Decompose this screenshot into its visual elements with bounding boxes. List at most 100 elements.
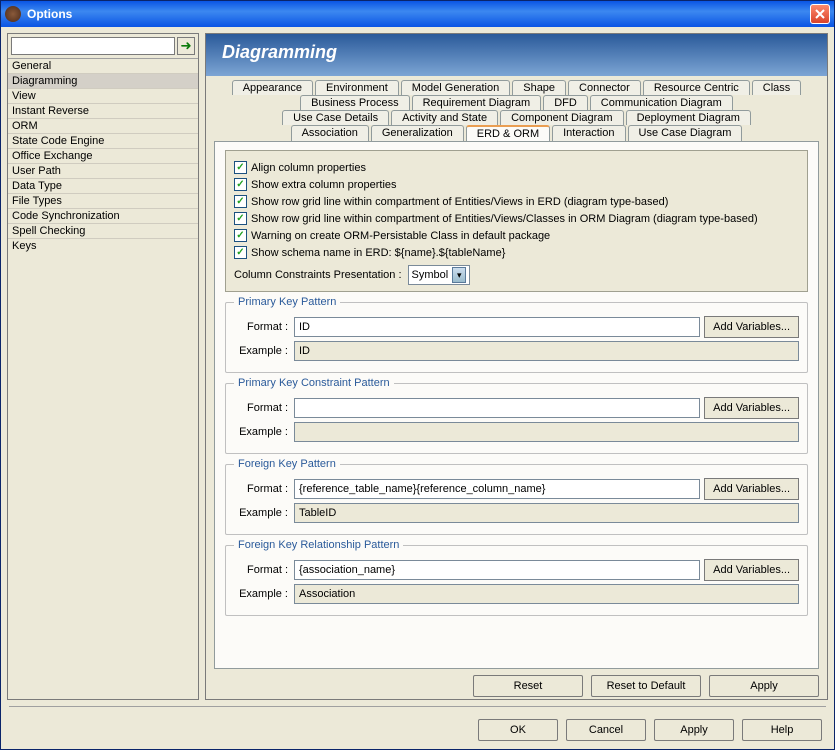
options-window: Options ➜ GeneralDiagrammingViewInstant …: [0, 0, 835, 750]
sidebar-item-state-code-engine[interactable]: State Code Engine: [8, 133, 198, 148]
tab-connector[interactable]: Connector: [568, 80, 641, 95]
checkbox[interactable]: ✓: [234, 178, 247, 191]
cancel-button[interactable]: Cancel: [566, 719, 646, 741]
sidebar-item-user-path[interactable]: User Path: [8, 163, 198, 178]
sidebar: ➜ GeneralDiagrammingViewInstant ReverseO…: [7, 33, 199, 700]
tab-appearance[interactable]: Appearance: [232, 80, 313, 95]
constraints-label: Column Constraints Presentation :: [234, 269, 402, 281]
tab-component-diagram[interactable]: Component Diagram: [500, 110, 624, 125]
example-row: Example :: [234, 422, 799, 442]
tab-resource-centric[interactable]: Resource Centric: [643, 80, 750, 95]
example-output: [294, 422, 799, 442]
tab-use-case-diagram[interactable]: Use Case Diagram: [628, 125, 743, 141]
apply-panel-button[interactable]: Apply: [709, 675, 819, 697]
sidebar-item-spell-checking[interactable]: Spell Checking: [8, 223, 198, 238]
format-row: Format :Add Variables...: [234, 559, 799, 581]
sidebar-item-diagramming[interactable]: Diagramming: [8, 73, 198, 88]
example-row: Example :: [234, 341, 799, 361]
tab-row-1: AppearanceEnvironmentModel GenerationSha…: [214, 80, 819, 95]
checkbox-label: Warning on create ORM-Persistable Class …: [251, 230, 550, 242]
tab-model-generation[interactable]: Model Generation: [401, 80, 510, 95]
tab-use-case-details[interactable]: Use Case Details: [282, 110, 389, 125]
format-label: Format :: [234, 483, 290, 495]
fieldset-foreign-key-relationship-pattern: Foreign Key Relationship PatternFormat :…: [225, 545, 808, 616]
example-row: Example :: [234, 584, 799, 604]
sidebar-item-keys[interactable]: Keys: [8, 238, 198, 253]
checkbox[interactable]: ✓: [234, 161, 247, 174]
apply-button[interactable]: Apply: [654, 719, 734, 741]
tab-generalization[interactable]: Generalization: [371, 125, 464, 141]
reset-button[interactable]: Reset: [473, 675, 583, 697]
sidebar-item-file-types[interactable]: File Types: [8, 193, 198, 208]
window-title: Options: [27, 7, 72, 21]
checkbox[interactable]: ✓: [234, 229, 247, 242]
add-variables-button[interactable]: Add Variables...: [704, 478, 799, 500]
search-go-button[interactable]: ➜: [177, 37, 195, 55]
panel-scroll[interactable]: ✓Align column properties✓Show extra colu…: [215, 142, 818, 668]
fieldset-title: Primary Key Constraint Pattern: [234, 377, 394, 389]
content: ➜ GeneralDiagrammingViewInstant ReverseO…: [1, 27, 834, 749]
format-input[interactable]: [294, 317, 700, 337]
example-label: Example :: [234, 588, 290, 600]
tab-interaction[interactable]: Interaction: [552, 125, 625, 141]
sidebar-item-view[interactable]: View: [8, 88, 198, 103]
format-row: Format :Add Variables...: [234, 316, 799, 338]
sidebar-search: ➜: [8, 34, 198, 58]
panel-body: ✓Align column properties✓Show extra colu…: [214, 141, 819, 669]
format-input[interactable]: [294, 560, 700, 580]
close-icon: [815, 9, 825, 19]
example-row: Example :: [234, 503, 799, 523]
tab-erd-orm[interactable]: ERD & ORM: [466, 125, 550, 141]
sidebar-item-code-synchronization[interactable]: Code Synchronization: [8, 208, 198, 223]
checkbox[interactable]: ✓: [234, 195, 247, 208]
tab-association[interactable]: Association: [291, 125, 369, 141]
checkbox-label: Show row grid line within compartment of…: [251, 196, 668, 208]
example-output: [294, 341, 799, 361]
tab-requirement-diagram[interactable]: Requirement Diagram: [412, 95, 542, 110]
tab-dfd[interactable]: DFD: [543, 95, 588, 110]
banner-title: Diagramming: [222, 42, 337, 62]
ok-button[interactable]: OK: [478, 719, 558, 741]
checkbox[interactable]: ✓: [234, 246, 247, 259]
example-output: [294, 503, 799, 523]
reset-default-button[interactable]: Reset to Default: [591, 675, 701, 697]
constraints-dropdown[interactable]: Symbol ▾: [408, 265, 471, 285]
add-variables-button[interactable]: Add Variables...: [704, 397, 799, 419]
main-row: ➜ GeneralDiagrammingViewInstant ReverseO…: [7, 33, 828, 700]
dropdown-value: Symbol: [412, 269, 451, 281]
fieldset-title: Foreign Key Pattern: [234, 458, 340, 470]
sidebar-item-general[interactable]: General: [8, 58, 198, 73]
sidebar-item-office-exchange[interactable]: Office Exchange: [8, 148, 198, 163]
format-label: Format :: [234, 402, 290, 414]
right-panel: Diagramming AppearanceEnvironmentModel G…: [205, 33, 828, 700]
fieldset-primary-key-pattern: Primary Key PatternFormat :Add Variables…: [225, 302, 808, 373]
chevron-down-icon: ▾: [452, 267, 466, 283]
add-variables-button[interactable]: Add Variables...: [704, 316, 799, 338]
tab-communication-diagram[interactable]: Communication Diagram: [590, 95, 733, 110]
tab-shape[interactable]: Shape: [512, 80, 566, 95]
add-variables-button[interactable]: Add Variables...: [704, 559, 799, 581]
checkbox-label: Align column properties: [251, 162, 366, 174]
sidebar-item-orm[interactable]: ORM: [8, 118, 198, 133]
fieldset-title: Foreign Key Relationship Pattern: [234, 539, 403, 551]
tab-class[interactable]: Class: [752, 80, 802, 95]
close-button[interactable]: [810, 4, 830, 24]
format-input[interactable]: [294, 398, 700, 418]
sidebar-item-data-type[interactable]: Data Type: [8, 178, 198, 193]
titlebar: Options: [1, 1, 834, 27]
tab-business-process[interactable]: Business Process: [300, 95, 409, 110]
search-input[interactable]: [11, 37, 175, 55]
format-input[interactable]: [294, 479, 700, 499]
check-row: ✓Show schema name in ERD: ${name}.${tabl…: [234, 246, 799, 259]
tab-deployment-diagram[interactable]: Deployment Diagram: [626, 110, 751, 125]
check-row: ✓ Warning on create ORM-Persistable Class…: [234, 229, 799, 242]
sidebar-item-instant-reverse[interactable]: Instant Reverse: [8, 103, 198, 118]
tab-row-3: Use Case DetailsActivity and StateCompon…: [214, 110, 819, 125]
tab-activity-and-state[interactable]: Activity and State: [391, 110, 498, 125]
example-output: [294, 584, 799, 604]
app-icon: [5, 6, 21, 22]
checkbox[interactable]: ✓: [234, 212, 247, 225]
arrow-right-icon: ➜: [180, 38, 191, 54]
tab-environment[interactable]: Environment: [315, 80, 399, 95]
help-button[interactable]: Help: [742, 719, 822, 741]
